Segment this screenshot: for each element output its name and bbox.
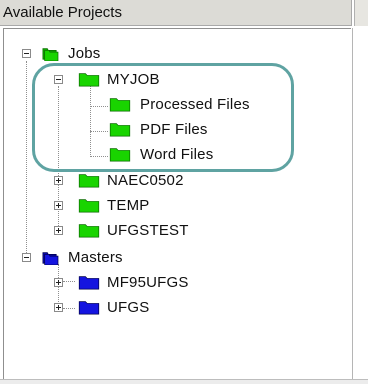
- folder-stack-icon: [42, 48, 59, 61]
- tree-node-mf95ufgs[interactable]: MF95UFGS: [4, 272, 344, 294]
- right-pane-edge: [352, 28, 368, 380]
- tree-label-masters: Masters: [68, 249, 123, 266]
- folder-icon: [78, 174, 100, 188]
- tree-label-ufgstest: UFGSTEST: [107, 222, 189, 239]
- folder-icon: [78, 301, 100, 315]
- expand-plus-icon[interactable]: [54, 278, 63, 287]
- myjob-highlight-callout: [32, 63, 294, 172]
- tree-node-jobs[interactable]: Jobs: [4, 43, 344, 65]
- tree-node-ufgstest[interactable]: UFGSTEST: [4, 220, 344, 242]
- folder-icon: [78, 224, 100, 238]
- panel-title: Available Projects: [3, 4, 122, 21]
- available-projects-panel: Available Projects Jobs MYJOB Processed …: [0, 0, 368, 384]
- tree-node-masters[interactable]: Masters: [4, 247, 344, 269]
- collapse-minus-icon[interactable]: [22, 253, 31, 262]
- tree-label-ufgs: UFGS: [107, 299, 150, 316]
- folder-icon: [78, 199, 100, 213]
- tree-node-temp[interactable]: TEMP: [4, 195, 344, 217]
- tree-label-naec0502: NAEC0502: [107, 172, 184, 189]
- panel-header: Available Projects: [0, 0, 352, 26]
- header-splitter[interactable]: [354, 0, 368, 26]
- expand-plus-icon[interactable]: [54, 303, 63, 312]
- folder-stack-icon: [42, 252, 59, 265]
- tree-node-naec0502[interactable]: NAEC0502: [4, 170, 344, 192]
- folder-icon: [78, 276, 100, 290]
- expand-plus-icon[interactable]: [54, 201, 63, 210]
- tree-label-jobs: Jobs: [68, 45, 101, 62]
- bottom-border: [0, 379, 368, 384]
- tree-node-ufgs[interactable]: UFGS: [4, 297, 344, 319]
- collapse-minus-icon[interactable]: [22, 49, 31, 58]
- expand-plus-icon[interactable]: [54, 226, 63, 235]
- tree-label-mf95ufgs: MF95UFGS: [107, 274, 189, 291]
- expand-plus-icon[interactable]: [54, 176, 63, 185]
- tree-label-temp: TEMP: [107, 197, 150, 214]
